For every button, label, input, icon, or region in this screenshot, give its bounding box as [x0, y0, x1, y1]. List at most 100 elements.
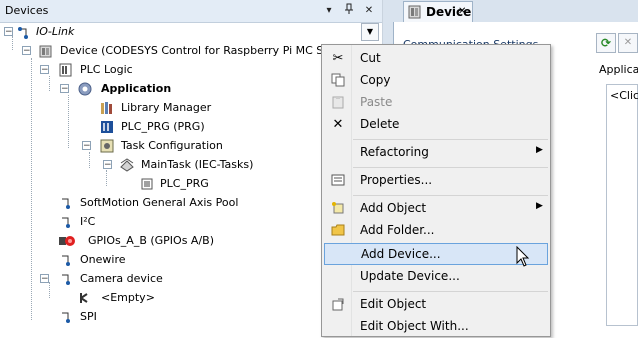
refresh-button[interactable]: ⟳ [596, 33, 616, 53]
connector-icon [58, 252, 74, 268]
tree-item-label: Device (CODESYS Control for Raspberry Pi… [60, 44, 334, 57]
tree-item-gpios[interactable]: GPIOs_A_B (GPIOs A/B) [0, 232, 330, 250]
menu-item-label: Delete [360, 117, 400, 131]
gpio-device-icon [58, 233, 75, 249]
tree-item-label: PLC_PRG [160, 177, 209, 190]
tree-item-label: Camera device [80, 272, 163, 285]
tree-item-label: PLC_PRG (PRG) [121, 120, 205, 133]
copy-icon [330, 73, 346, 89]
menu-item-cut[interactable]: ✂ Cut [324, 48, 548, 70]
add-object-icon [330, 201, 346, 217]
device-tab-icon [408, 5, 422, 22]
menu-item-add-object[interactable]: Add Object ▶ [324, 198, 548, 220]
close-tab-icon[interactable]: ✕ [458, 6, 466, 17]
tab-device[interactable]: Device ✕ [403, 1, 473, 23]
collapse-icon[interactable]: − [103, 160, 112, 170]
tree-item-label: Task Configuration [121, 139, 223, 152]
tree-item-label: Onewire [80, 253, 126, 266]
tree-item-label: SoftMotion General Axis Pool [80, 196, 239, 209]
tree-item-main-task-prg[interactable]: PLC_PRG [0, 175, 330, 193]
menu-item-paste[interactable]: Paste [324, 92, 548, 114]
tree-item-plc-logic[interactable]: − PLC Logic [0, 61, 330, 79]
context-menu: ✂ Cut Copy Paste ✕ Delete Refactoring ▶ … [321, 44, 551, 337]
menu-item-add-device[interactable]: Add Device... [324, 243, 548, 265]
tree-item-application[interactable]: − Application [0, 80, 330, 98]
task-icon [119, 157, 135, 173]
properties-icon [330, 173, 346, 189]
project-icon [17, 24, 33, 40]
menu-item-label: Update Device... [360, 269, 460, 283]
tree-item-device[interactable]: − Device (CODESYS Control for Raspberry … [0, 42, 334, 60]
tree-item-io-link[interactable]: − IO-Link [0, 23, 330, 41]
menu-item-label: Add Object [360, 201, 427, 215]
tree-item-label: I²C [80, 215, 96, 228]
tree-item-spi[interactable]: SPI [0, 308, 330, 326]
menu-item-label: Cut [360, 51, 381, 65]
device-icon [38, 43, 54, 59]
tree-item-plc-prg[interactable]: PLC_PRG (PRG) [0, 118, 330, 136]
menu-item-label: Add Device... [361, 247, 441, 261]
tree-item-empty-slot[interactable]: <Empty> [0, 289, 330, 307]
menu-item-update-device[interactable]: Update Device... [324, 266, 548, 288]
menu-item-properties[interactable]: Properties... [324, 170, 548, 192]
connector-icon [58, 195, 74, 211]
panel-menu-icon[interactable]: ▾ [322, 3, 336, 18]
menu-item-add-folder[interactable]: Add Folder... [324, 220, 548, 242]
tree-item-label: PLC Logic [80, 63, 133, 76]
mouse-cursor-icon [516, 246, 530, 267]
menu-item-label: Add Folder... [360, 223, 435, 237]
collapse-icon[interactable]: − [40, 274, 49, 284]
menu-item-label: Paste [360, 95, 393, 109]
tree-item-label: Library Manager [121, 101, 212, 114]
collapse-icon[interactable]: − [22, 46, 31, 56]
plc-logic-icon [58, 62, 74, 78]
connector-icon [58, 271, 74, 287]
tree-item-camera[interactable]: − Camera device [0, 270, 330, 288]
folder-icon [330, 223, 346, 239]
paste-icon [330, 95, 346, 111]
scissors-icon: ✂ [332, 51, 344, 66]
delete-x-icon: ✕ [332, 117, 344, 132]
collapse-icon[interactable]: − [40, 65, 49, 75]
tree-item-label: IO-Link [36, 25, 75, 38]
menu-item-refactoring[interactable]: Refactoring ▶ [324, 142, 548, 164]
menu-separator [353, 195, 548, 196]
tree-item-label: <Empty> [101, 291, 155, 304]
library-icon [99, 100, 115, 116]
tree-item-label: SPI [80, 310, 97, 323]
panel-title: Devices [5, 4, 49, 17]
menu-item-edit-object[interactable]: Edit Object [324, 294, 548, 316]
tree-item-label: MainTask (IEC-Tasks) [141, 158, 254, 171]
connector-icon [58, 309, 74, 325]
menu-item-label: Edit Object [360, 297, 427, 311]
tree-item-task-configuration[interactable]: − Task Configuration [0, 137, 330, 155]
applications-list[interactable] [606, 84, 638, 326]
tree-item-main-task[interactable]: − MainTask (IEC-Tasks) [0, 156, 330, 174]
collapse-icon[interactable]: − [82, 141, 91, 151]
menu-item-label: Refactoring [360, 145, 429, 159]
tree-dropdown-button[interactable]: ▼ [361, 23, 379, 41]
panel-header: Devices ▾ ✕ [0, 0, 382, 23]
tree-item-softmotion[interactable]: SoftMotion General Axis Pool [0, 194, 330, 212]
pin-icon[interactable] [342, 3, 356, 18]
tree-item-onewire[interactable]: Onewire [0, 251, 330, 269]
application-gear-icon [77, 81, 93, 97]
submenu-arrow-icon: ▶ [536, 201, 543, 211]
menu-separator [353, 139, 548, 140]
tree-item-i2c[interactable]: I²C [0, 213, 330, 231]
applications-list-hint: <Click [610, 89, 638, 102]
collapse-icon[interactable]: − [60, 84, 69, 94]
close-panel-icon[interactable]: ✕ [362, 3, 376, 18]
menu-separator [353, 167, 548, 168]
menu-item-delete[interactable]: ✕ Delete [324, 114, 548, 136]
menu-item-label: Copy [360, 73, 391, 87]
collapse-icon[interactable]: − [4, 27, 13, 37]
menu-item-copy[interactable]: Copy [324, 70, 548, 92]
tree-item-library-manager[interactable]: Library Manager [0, 99, 330, 117]
program-icon [99, 119, 115, 135]
task-config-icon [99, 138, 115, 154]
disabled-tool-button[interactable]: ✕ [618, 33, 638, 53]
connector-icon [58, 214, 74, 230]
program-call-icon [139, 176, 155, 192]
edit-object-icon [330, 297, 346, 313]
